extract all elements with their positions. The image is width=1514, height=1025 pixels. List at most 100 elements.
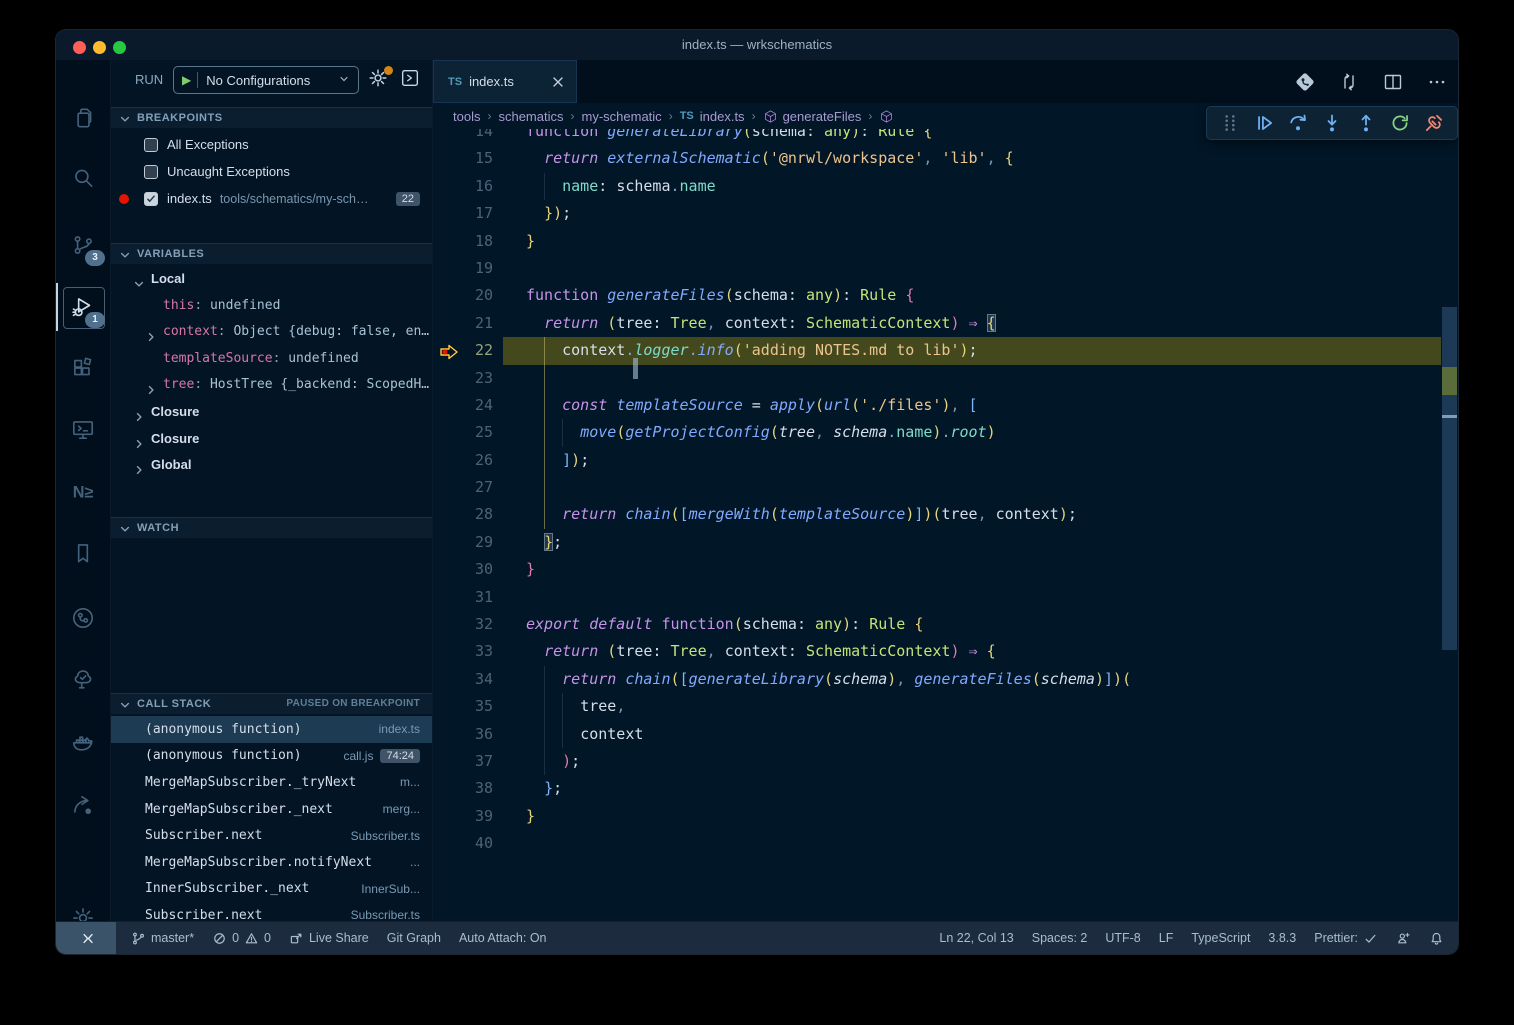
code-line-18[interactable]: 18} bbox=[433, 228, 1441, 255]
remote-indicator[interactable] bbox=[56, 922, 116, 954]
scope-row[interactable]: Global bbox=[111, 452, 432, 479]
code-line-38[interactable]: 38 }; bbox=[433, 775, 1441, 802]
line-number[interactable]: 40 bbox=[433, 830, 493, 857]
eol-item[interactable]: LF bbox=[1150, 922, 1183, 954]
search-icon[interactable] bbox=[59, 154, 107, 202]
code-line-25[interactable]: 25 move(getProjectConfig(tree, schema.na… bbox=[433, 419, 1441, 446]
tab-index-ts[interactable]: TS index.ts bbox=[433, 60, 577, 103]
more-actions-icon[interactable] bbox=[1426, 71, 1448, 93]
compare-changes-icon[interactable] bbox=[1338, 71, 1360, 93]
watch-section-header[interactable]: WATCH bbox=[111, 517, 432, 538]
debug-console-button[interactable] bbox=[399, 67, 423, 91]
code-editor[interactable]: 14function generateLibrary(schema: any):… bbox=[433, 118, 1441, 858]
code-line-23[interactable]: 23 bbox=[433, 365, 1441, 392]
problems-item[interactable]: 0 0 bbox=[203, 922, 280, 954]
code-line-39[interactable]: 39} bbox=[433, 803, 1441, 830]
git-history-icon[interactable] bbox=[59, 594, 107, 642]
variable-row[interactable]: tree: HostTree {_backend: ScopedH… bbox=[111, 372, 432, 399]
breadcrumb-item[interactable]: ›my-schematic bbox=[564, 109, 662, 124]
code-line-33[interactable]: 33 return (tree: Tree, context: Schemati… bbox=[433, 638, 1441, 665]
docker-icon[interactable] bbox=[59, 718, 107, 766]
line-number[interactable]: 23 bbox=[433, 365, 493, 392]
checkbox[interactable] bbox=[144, 192, 158, 206]
variable-row[interactable]: context: Object {debug: false, en… bbox=[111, 319, 432, 346]
bookmarks-icon[interactable] bbox=[59, 529, 107, 577]
disconnect-icon[interactable] bbox=[1423, 112, 1445, 134]
prettier-item[interactable]: Prettier: bbox=[1305, 922, 1387, 954]
code-line-37[interactable]: 37 ); bbox=[433, 748, 1441, 775]
cursor-position-item[interactable]: Ln 22, Col 13 bbox=[930, 922, 1022, 954]
test-tree-icon[interactable] bbox=[59, 656, 107, 704]
call-stack-frame[interactable]: Subscriber.nextSubscriber.ts bbox=[111, 822, 432, 849]
current-statement-breakpoint-icon[interactable] bbox=[439, 342, 459, 358]
code-line-17[interactable]: 17 }); bbox=[433, 200, 1441, 227]
restart-icon[interactable] bbox=[1389, 112, 1411, 134]
source-control-icon[interactable]: 3 bbox=[59, 221, 107, 269]
call-stack-frame[interactable]: InnerSubscriber._nextInnerSub... bbox=[111, 876, 432, 903]
continue-icon[interactable] bbox=[1253, 112, 1275, 134]
variable-row[interactable]: this: undefined bbox=[111, 293, 432, 320]
checkbox[interactable] bbox=[144, 165, 158, 179]
call-stack-frame[interactable]: (anonymous function)call.js74:24 bbox=[111, 743, 432, 770]
code-line-32[interactable]: 32export default function(schema: any): … bbox=[433, 611, 1441, 638]
notifications-item[interactable] bbox=[1420, 922, 1458, 954]
extensions-icon[interactable] bbox=[59, 343, 107, 391]
code-line-22[interactable]: 22 context.logger.info('adding NOTES.md … bbox=[433, 337, 1441, 364]
remote-explorer-icon[interactable] bbox=[59, 406, 107, 454]
line-number[interactable]: 31 bbox=[433, 584, 493, 611]
code-line-28[interactable]: 28 return chain([mergeWith(templateSourc… bbox=[433, 501, 1441, 528]
indentation-item[interactable]: Spaces: 2 bbox=[1023, 922, 1097, 954]
feedback-item[interactable] bbox=[1387, 922, 1420, 954]
configure-gear-button[interactable] bbox=[367, 67, 391, 91]
breadcrumb-item[interactable]: tools bbox=[453, 109, 480, 124]
launch-configuration-dropdown[interactable]: ▶ No Configurations bbox=[173, 66, 359, 94]
editor-scrollbar[interactable] bbox=[1441, 118, 1458, 922]
call-stack-frame[interactable]: MergeMapSubscriber._nextmerg... bbox=[111, 796, 432, 823]
git-graph-item[interactable]: Git Graph bbox=[378, 922, 450, 954]
scope-row[interactable]: Closure bbox=[111, 399, 432, 426]
ts-version-item[interactable]: 3.8.3 bbox=[1259, 922, 1305, 954]
code-line-15[interactable]: 15 return externalSchematic('@nrwl/works… bbox=[433, 145, 1441, 172]
nx-console-icon[interactable]: N≥ bbox=[59, 468, 107, 516]
breadcrumb-item[interactable]: › bbox=[861, 109, 899, 124]
step-into-icon[interactable] bbox=[1321, 112, 1343, 134]
breakpoints-section-header[interactable]: BREAKPOINTS bbox=[111, 107, 432, 128]
run-debug-icon[interactable]: 1 bbox=[59, 283, 107, 331]
code-line-20[interactable]: 20function generateFiles(schema: any): R… bbox=[433, 282, 1441, 309]
git-graph-icon[interactable] bbox=[1294, 71, 1316, 93]
breakpoint-row[interactable]: index.tstools/schematics/my-sch…22 bbox=[111, 185, 432, 212]
breakpoint-row[interactable]: Uncaught Exceptions bbox=[111, 158, 432, 185]
variables-section-header[interactable]: VARIABLES bbox=[111, 243, 432, 264]
scope-row[interactable]: Local bbox=[111, 266, 432, 293]
call-stack-frame[interactable]: (anonymous function)index.ts bbox=[111, 716, 432, 743]
call-stack-frame[interactable]: MergeMapSubscriber._tryNextm... bbox=[111, 769, 432, 796]
start-debug-icon[interactable]: ▶ bbox=[182, 73, 191, 87]
chevron-right-icon[interactable] bbox=[133, 459, 145, 486]
code-line-26[interactable]: 26 ]); bbox=[433, 447, 1441, 474]
code-line-29[interactable]: 29 }; bbox=[433, 529, 1441, 556]
line-number[interactable]: 19 bbox=[433, 255, 493, 282]
breadcrumb-item[interactable]: ›generateFiles bbox=[745, 109, 862, 124]
close-tab-icon[interactable] bbox=[550, 74, 566, 90]
line-number[interactable]: 27 bbox=[433, 474, 493, 501]
code-line-30[interactable]: 30} bbox=[433, 556, 1441, 583]
code-line-27[interactable]: 27 bbox=[433, 474, 1441, 501]
chevron-down-icon[interactable] bbox=[338, 73, 350, 88]
git-branch-item[interactable]: master* bbox=[122, 922, 203, 954]
call-stack-frame[interactable]: MergeMapSubscriber.notifyNext... bbox=[111, 849, 432, 876]
breakpoint-row[interactable]: All Exceptions bbox=[111, 131, 432, 158]
checkbox[interactable] bbox=[144, 138, 158, 152]
code-line-16[interactable]: 16 name: schema.name bbox=[433, 173, 1441, 200]
scope-row[interactable]: Closure bbox=[111, 426, 432, 453]
live-share-icon[interactable] bbox=[59, 782, 107, 830]
code-line-36[interactable]: 36 context bbox=[433, 721, 1441, 748]
breadcrumb-item[interactable]: ›schematics bbox=[480, 109, 563, 124]
explorer-icon[interactable] bbox=[59, 94, 107, 142]
split-editor-icon[interactable] bbox=[1382, 71, 1404, 93]
language-mode-item[interactable]: TypeScript bbox=[1182, 922, 1259, 954]
code-line-40[interactable]: 40 bbox=[433, 830, 1441, 857]
code-line-24[interactable]: 24 const templateSource = apply(url('./f… bbox=[433, 392, 1441, 419]
variable-row[interactable]: templateSource: undefined bbox=[111, 346, 432, 373]
scrollbar-slider[interactable] bbox=[1442, 307, 1457, 650]
code-line-21[interactable]: 21 return (tree: Tree, context: Schemati… bbox=[433, 310, 1441, 337]
